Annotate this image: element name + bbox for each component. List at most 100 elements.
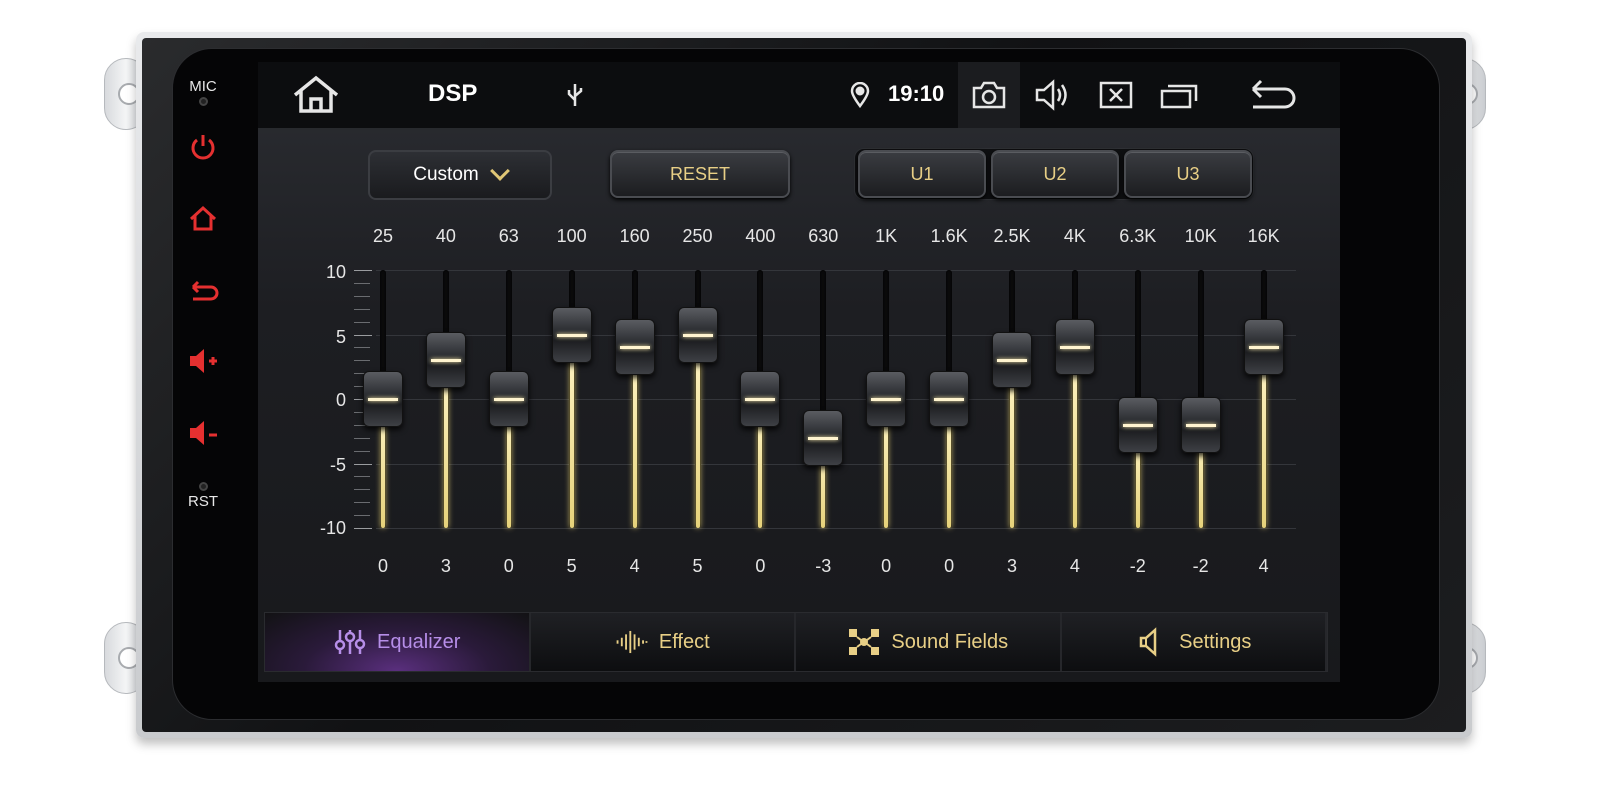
- back-icon: [191, 280, 219, 301]
- axis-minor-tick: [354, 489, 370, 491]
- tab-effect[interactable]: Effect: [530, 613, 796, 671]
- y-tick-label: -10: [319, 518, 346, 538]
- axis-minor-tick: [354, 528, 372, 529]
- band-gain-value: -2: [1129, 556, 1146, 576]
- grid-line: [376, 334, 1296, 336]
- band-gain-value: 0: [944, 556, 955, 576]
- band-slider-knob[interactable]: [425, 332, 466, 389]
- band-frequency-label: 4K: [1063, 226, 1086, 246]
- band-slider-knob[interactable]: [363, 371, 403, 427]
- mic-label: MIC: [189, 78, 217, 95]
- band-level-fill: [695, 334, 700, 528]
- clock: 19:10: [888, 81, 945, 106]
- status-bar: DSP 19:10: [258, 62, 1340, 128]
- tab-label: Effect: [658, 630, 710, 653]
- volume-up-button[interactable]: [184, 344, 222, 378]
- side-home-button[interactable]: [184, 202, 222, 236]
- y-tick-label: 10: [325, 262, 346, 282]
- tab-equalizer[interactable]: Equalizer: [265, 613, 531, 671]
- band-gain-value: 3: [1006, 556, 1017, 576]
- band-slider-knob[interactable]: [740, 371, 781, 427]
- y-tick-label: -5: [329, 455, 346, 475]
- band-gain-value: 0: [503, 556, 514, 576]
- tab-label: Sound Fields: [891, 630, 1009, 653]
- grid-line: [376, 270, 1296, 271]
- rst-label: RST: [188, 493, 218, 510]
- band-slider-knob[interactable]: [677, 306, 718, 363]
- band-frequency-label: 63: [498, 226, 519, 246]
- axis-minor-tick: [354, 295, 370, 297]
- reset-hole[interactable]: [198, 482, 208, 491]
- axis-minor-tick: [354, 502, 370, 504]
- power-icon: [191, 135, 215, 160]
- preset-label: Custom: [413, 164, 479, 185]
- volume-down-icon: [190, 421, 217, 445]
- band-frequency-label: 6.3K: [1119, 226, 1157, 246]
- band-slider-knob[interactable]: [1117, 396, 1158, 453]
- location-icon: [850, 82, 870, 108]
- band-slider-knob[interactable]: [1054, 319, 1095, 376]
- preset-dropdown[interactable]: Custom: [368, 150, 552, 200]
- band-gain-value: 4: [629, 556, 640, 576]
- band-gain-value: 4: [1258, 556, 1269, 576]
- chevron-down-icon: [489, 161, 510, 181]
- band-slider-knob[interactable]: [614, 319, 655, 376]
- axis-minor-tick: [354, 476, 370, 478]
- band-frequency-label: 630: [808, 226, 839, 246]
- band-gain-value: 0: [377, 556, 388, 576]
- band-gain-value: 4: [1069, 556, 1080, 576]
- band-slider-knob[interactable]: [1180, 396, 1221, 453]
- band-frequency-label: 100: [556, 226, 587, 246]
- band-frequency-label: 10K: [1184, 226, 1217, 246]
- power-button[interactable]: [184, 130, 222, 164]
- close-window-button[interactable]: [1096, 74, 1136, 116]
- volume-icon: [1035, 79, 1067, 111]
- band-frequency-label: 40: [435, 226, 456, 246]
- axis-minor-tick: [354, 308, 370, 310]
- user-preset-u1-button[interactable]: U1: [858, 150, 986, 198]
- axis-minor-tick: [354, 334, 372, 336]
- band-slider-knob[interactable]: [803, 409, 844, 466]
- band-gain-value: -2: [1192, 556, 1209, 576]
- band-frequency-label: 160: [619, 226, 650, 246]
- reset-button[interactable]: RESET: [610, 150, 790, 198]
- tab-sound-fields[interactable]: Sound Fields: [796, 613, 1062, 671]
- band-frequency-label: 16K: [1247, 226, 1280, 246]
- band-slider-knob[interactable]: [992, 332, 1032, 389]
- page-title: DSP: [428, 80, 478, 107]
- speaker-icon: [1139, 627, 1157, 657]
- back-button[interactable]: [1248, 74, 1298, 116]
- band-slider-knob[interactable]: [1243, 319, 1284, 376]
- side-back-button[interactable]: [184, 274, 222, 308]
- user-preset-u2-button[interactable]: U2: [991, 150, 1119, 198]
- volume-down-button[interactable]: [184, 416, 222, 450]
- close-window-icon: [1099, 81, 1133, 109]
- axis-minor-tick: [354, 321, 370, 323]
- reset-area: RST: [180, 480, 226, 510]
- user-preset-u3-button[interactable]: U3: [1124, 150, 1252, 198]
- sound-fields-icon: [849, 629, 880, 655]
- band-frequency-label: 1.6K: [930, 226, 968, 246]
- usb-indicator: [563, 74, 587, 116]
- band-slider-knob[interactable]: [551, 306, 592, 363]
- band-slider-knob[interactable]: [929, 371, 970, 427]
- recent-apps-button[interactable]: [1158, 74, 1200, 116]
- home-button[interactable]: [288, 74, 344, 116]
- tab-settings[interactable]: Settings: [1061, 613, 1327, 671]
- band-gain-value: -3: [815, 556, 832, 576]
- bottom-tab-bar: Equalizer Effect Sound Fields Settings: [264, 612, 1328, 672]
- screenshot-button[interactable]: [968, 74, 1010, 116]
- band-slider-knob[interactable]: [866, 371, 907, 427]
- band-frequency-label: 250: [682, 226, 713, 246]
- band-slider-knob[interactable]: [488, 371, 529, 427]
- y-tick-label: 0: [335, 390, 346, 410]
- volume-button[interactable]: [1032, 74, 1074, 116]
- camera-icon: [972, 81, 1006, 109]
- grid-line: [376, 528, 1296, 529]
- mic-area: MIC: [180, 78, 226, 108]
- axis-minor-tick: [354, 450, 370, 452]
- home-icon: [293, 75, 339, 113]
- band-frequency-label: 2.5K: [993, 226, 1031, 246]
- axis-minor-tick: [354, 347, 370, 349]
- band-level-fill: [569, 334, 574, 528]
